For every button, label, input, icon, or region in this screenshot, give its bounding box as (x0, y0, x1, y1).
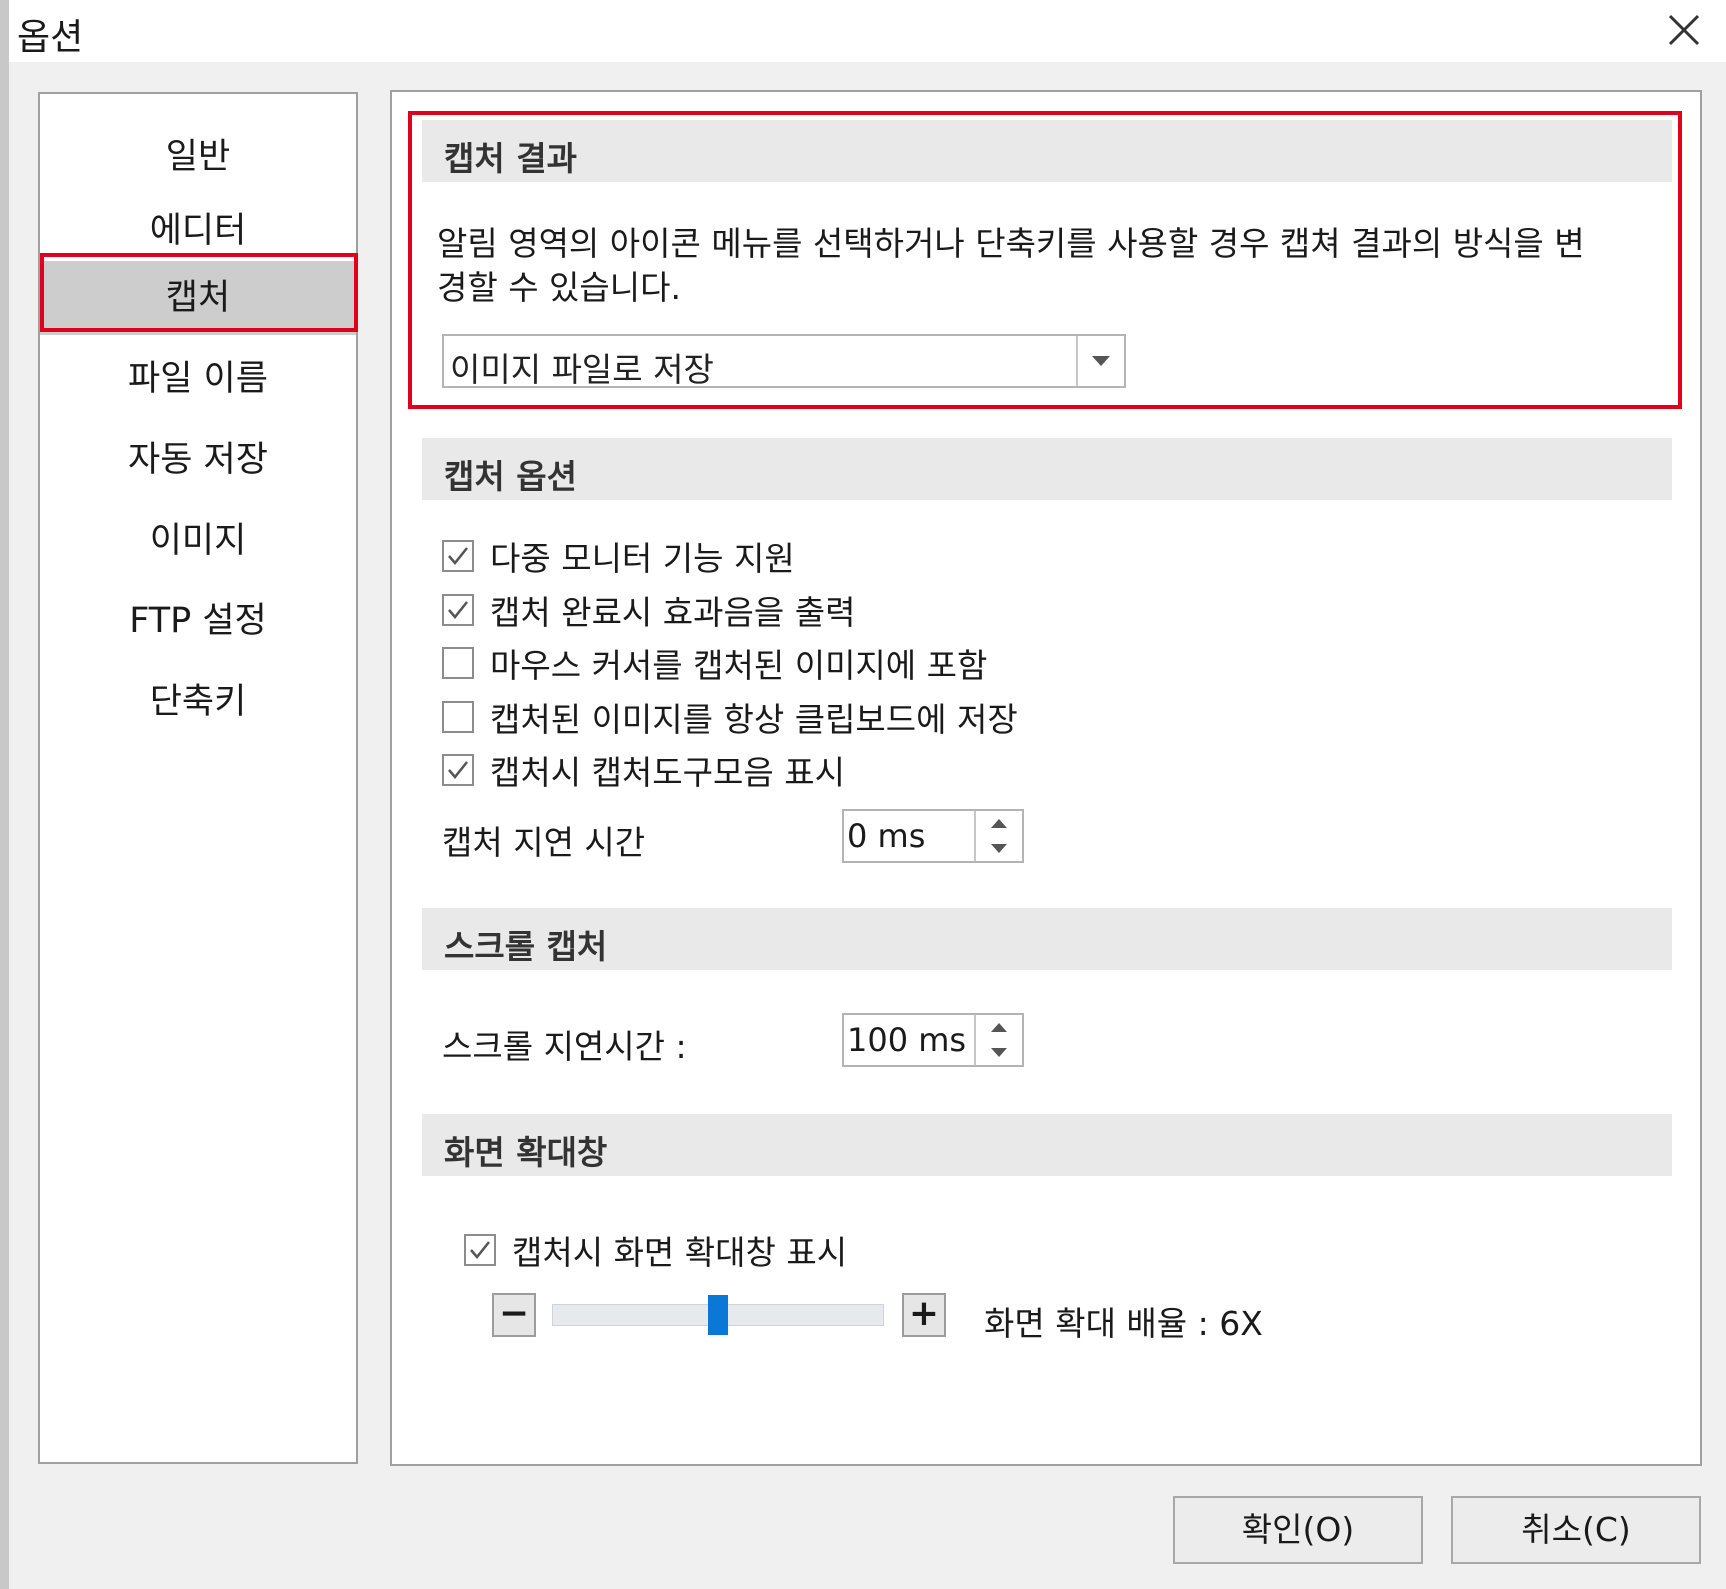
ok-button[interactable]: 확인(O) (1173, 1496, 1423, 1564)
check-icon (448, 761, 468, 779)
checkbox-magnifier[interactable]: 캡처시 화면 확대창 표시 (464, 1226, 847, 1274)
zoom-level-label: 화면 확대 배율 : 6X (984, 1304, 1263, 1343)
section-title: 캡처 결과 (444, 139, 577, 178)
capture-settings-panel: 캡처 결과 알림 영역의 아이콘 메뉴를 선택하거나 단축키를 사용할 경우 캡… (390, 90, 1702, 1466)
spinner-value[interactable]: 100 ms (847, 1021, 966, 1059)
sidebar-item-hotkeys[interactable]: 단축키 (40, 665, 356, 739)
capture-delay-spinner[interactable]: 0 ms (842, 809, 1024, 863)
checkbox[interactable] (442, 754, 474, 786)
checkbox-multi-monitor[interactable]: 다중 모니터 기능 지원 (442, 532, 795, 580)
section-header-scroll-capture: 스크롤 캡처 (422, 908, 1672, 970)
zoom-in-button[interactable]: + (902, 1293, 946, 1337)
checkbox[interactable] (442, 647, 474, 679)
checkbox-sound[interactable]: 캡처 완료시 효과음을 출력 (442, 586, 855, 634)
title-bar: 옵션 (9, 0, 1726, 62)
select-value: 이미지 파일로 저장 (450, 350, 714, 389)
category-sidebar: 일반 에디터 캡처 파일 이름 자동 저장 이미지 FTP 설정 단축키 (38, 92, 358, 1464)
checkbox-toolbar[interactable]: 캡처시 캡처도구모음 표시 (442, 746, 845, 794)
capture-delay-label: 캡처 지연 시간 (442, 823, 646, 862)
description-line: 알림 영역의 아이콘 메뉴를 선택하거나 단축키를 사용할 경우 캡쳐 결과의 … (437, 224, 1585, 263)
window-title: 옵션 (17, 17, 84, 58)
sidebar-item-autosave[interactable]: 자동 저장 (40, 423, 356, 497)
checkbox-label: 다중 모니터 기능 지원 (490, 539, 795, 578)
zoom-out-button[interactable]: − (492, 1293, 536, 1337)
capture-result-description: 알림 영역의 아이콘 메뉴를 선택하거나 단축키를 사용할 경우 캡쳐 결과의 … (437, 222, 1637, 310)
scroll-delay-spinner[interactable]: 100 ms (842, 1013, 1024, 1067)
checkbox-include-cursor[interactable]: 마우스 커서를 캡처된 이미지에 포함 (442, 639, 987, 687)
section-title: 화면 확대창 (444, 1133, 608, 1172)
section-title: 캡처 옵션 (444, 457, 577, 496)
sidebar-item-ftp[interactable]: FTP 설정 (40, 584, 356, 658)
sidebar-item-editor[interactable]: 에디터 (40, 194, 356, 268)
capture-result-select[interactable]: 이미지 파일로 저장 (442, 334, 1126, 389)
cancel-button[interactable]: 취소(C) (1451, 1496, 1701, 1564)
checkbox-label: 마우스 커서를 캡처된 이미지에 포함 (490, 646, 988, 685)
section-header-capture-options: 캡처 옵션 (422, 438, 1672, 500)
check-icon (448, 601, 468, 619)
checkbox-label: 캡처시 캡처도구모음 표시 (490, 753, 845, 792)
checkbox[interactable] (442, 594, 474, 626)
check-icon (470, 1241, 490, 1259)
spin-up-icon[interactable] (976, 811, 1022, 836)
checkbox-clipboard[interactable]: 캡처된 이미지를 항상 클립보드에 저장 (442, 693, 1018, 741)
zoom-slider-thumb[interactable] (708, 1295, 728, 1335)
sidebar-item-filename[interactable]: 파일 이름 (40, 342, 356, 416)
close-button[interactable] (1660, 6, 1708, 54)
spinner-value[interactable]: 0 ms (847, 817, 925, 855)
checkbox[interactable] (442, 701, 474, 733)
window-edge (0, 0, 9, 1589)
checkbox-label: 캡처된 이미지를 항상 클립보드에 저장 (490, 700, 1018, 739)
spin-down-icon[interactable] (976, 1040, 1022, 1065)
spin-down-icon[interactable] (976, 836, 1022, 861)
checkbox[interactable] (464, 1234, 496, 1266)
sidebar-item-capture[interactable]: 캡처 (40, 261, 356, 335)
check-icon (448, 547, 468, 565)
dropdown-arrow-icon (1076, 336, 1124, 386)
close-icon (1668, 14, 1700, 46)
section-header-magnifier: 화면 확대창 (422, 1114, 1672, 1176)
checkbox-label: 캡처시 화면 확대창 표시 (512, 1233, 848, 1272)
section-header-capture-result: 캡처 결과 (422, 120, 1672, 182)
checkbox[interactable] (442, 540, 474, 572)
spin-up-icon[interactable] (976, 1015, 1022, 1040)
sidebar-item-image[interactable]: 이미지 (40, 504, 356, 578)
scroll-delay-label: 스크롤 지연시간 : (442, 1027, 687, 1066)
sidebar-item-general[interactable]: 일반 (40, 120, 356, 194)
checkbox-label: 캡처 완료시 효과음을 출력 (490, 593, 856, 632)
description-line: 경할 수 있습니다. (437, 268, 681, 307)
section-title: 스크롤 캡처 (444, 927, 608, 966)
